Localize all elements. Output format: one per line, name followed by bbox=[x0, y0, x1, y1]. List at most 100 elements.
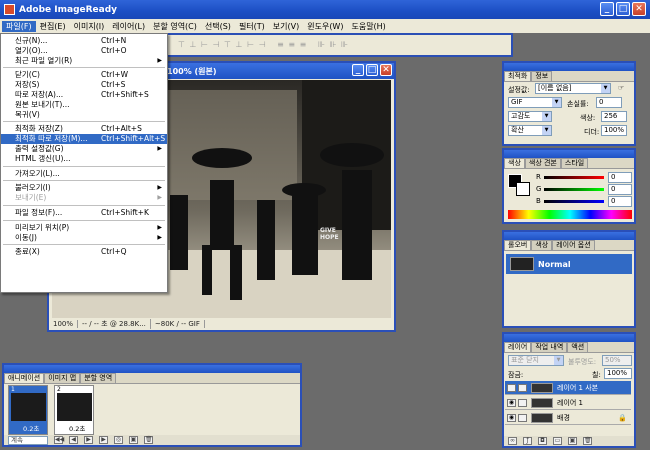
play-icon[interactable]: ▶ bbox=[84, 436, 93, 444]
file-menu-item[interactable]: 최적화 따로 저장(M)... Ctrl+Shift+Alt+S bbox=[1, 134, 167, 144]
animation-frame[interactable]: 1 0.2초 bbox=[8, 385, 48, 435]
dither-input[interactable]: 100% bbox=[601, 125, 627, 136]
frame-delay[interactable]: 0.2초 bbox=[69, 423, 85, 433]
file-menu-item[interactable]: 닫기(C) Ctrl+W bbox=[1, 70, 167, 80]
panel-tab[interactable]: 색상 bbox=[531, 240, 553, 250]
fill-input[interactable]: 100% bbox=[604, 368, 632, 379]
layer-row[interactable]: ◉ 배경 🔒 bbox=[505, 411, 631, 425]
layer-style-icon[interactable]: ƒ bbox=[523, 437, 532, 445]
maximize-icon[interactable]: □ bbox=[616, 2, 630, 16]
format-select[interactable]: GIF ▼ bbox=[508, 97, 562, 108]
new-set-icon[interactable]: ▭ bbox=[553, 437, 562, 445]
file-menu-item[interactable]: 미리보기 위치(P) ▶ bbox=[1, 223, 167, 233]
panel-tab[interactable]: 롤오버 bbox=[504, 240, 532, 250]
menu-8[interactable]: 윈도우(W) bbox=[303, 21, 347, 32]
mask-icon[interactable]: ◘ bbox=[538, 437, 547, 445]
file-menu-item[interactable]: HTML 갱신(U)... bbox=[1, 154, 167, 164]
colors-input[interactable]: 256 bbox=[601, 111, 627, 122]
minimize-icon[interactable]: _ bbox=[600, 2, 614, 16]
menu-1[interactable]: 편집(E) bbox=[36, 21, 70, 32]
layer-link-icon[interactable] bbox=[518, 413, 527, 422]
close-icon[interactable]: ✕ bbox=[632, 2, 646, 16]
download-time[interactable]: -- / -- 초 @ 28.8K... bbox=[78, 319, 151, 329]
panel-tab[interactable]: 정보 bbox=[531, 71, 553, 81]
layer-link-icon[interactable] bbox=[518, 398, 527, 407]
file-menu-item[interactable]: 파일 정보(F)... Ctrl+Shift+K bbox=[1, 208, 167, 218]
panel-tab[interactable]: 액션 bbox=[567, 342, 589, 352]
file-menu-item[interactable]: 보내기(E) ▶ bbox=[1, 193, 167, 203]
frame-delay[interactable]: 0.2초 bbox=[23, 423, 39, 433]
link-icon[interactable]: ∞ bbox=[508, 437, 517, 445]
panel-tab[interactable]: 스타일 bbox=[560, 158, 589, 168]
preset-select[interactable]: [이름 없음] ▼ bbox=[535, 83, 611, 94]
channel-slider[interactable] bbox=[544, 200, 604, 203]
previous-frame-icon[interactable]: ◀ bbox=[69, 436, 78, 444]
panel-tab[interactable]: 레이어 옵션 bbox=[552, 240, 595, 250]
droplet-icon[interactable]: ☞ bbox=[618, 84, 624, 92]
menu-0[interactable]: 파일(F) bbox=[2, 20, 36, 32]
file-menu-item[interactable]: 최적화 저장(Z) Ctrl+Alt+S bbox=[1, 124, 167, 134]
doc-close-icon[interactable]: ✕ bbox=[380, 64, 392, 76]
layer-link-icon[interactable] bbox=[518, 383, 527, 392]
menu-2[interactable]: 이미지(I) bbox=[70, 21, 109, 32]
file-menu-item[interactable]: 원본 보내기(T)... bbox=[1, 100, 167, 110]
file-menu-item[interactable]: 열기(O)... Ctrl+O bbox=[1, 46, 167, 56]
file-menu-item[interactable]: 불러오기(I) ▶ bbox=[1, 183, 167, 193]
menu-9[interactable]: 도움말(H) bbox=[347, 21, 389, 32]
rollover-state-row[interactable]: Normal bbox=[506, 254, 632, 274]
eye-icon[interactable]: ◉ bbox=[507, 398, 516, 407]
layer-row[interactable]: ◉ 레이어 1 bbox=[505, 396, 631, 410]
file-menu-item[interactable]: 이동(J) ▶ bbox=[1, 233, 167, 243]
panel-tab[interactable]: 색상 bbox=[504, 158, 525, 168]
tween-icon[interactable]: ◎ bbox=[114, 436, 123, 444]
channel-value-input[interactable]: 0 bbox=[608, 196, 632, 207]
panel-tab[interactable]: 이미지 맵 bbox=[44, 373, 81, 383]
new-layer-icon[interactable]: ▣ bbox=[568, 437, 577, 445]
menu-3[interactable]: 레이어(L) bbox=[108, 21, 149, 32]
file-menu-item[interactable]: 복귀(V) bbox=[1, 110, 167, 120]
animation-frame[interactable]: 2 0.2초 bbox=[54, 385, 94, 435]
file-size-info[interactable]: ~80K / -- GIF bbox=[151, 320, 205, 328]
reduction-select[interactable]: 고감도 ▼ bbox=[508, 111, 552, 122]
menu-4[interactable]: 분할 영역(C) bbox=[149, 21, 201, 32]
file-menu-item[interactable]: 신규(N)... Ctrl+N bbox=[1, 36, 167, 46]
dither-method-select[interactable]: 확산 ▼ bbox=[508, 125, 552, 136]
opacity-input[interactable]: 50% bbox=[602, 355, 632, 366]
panel-tab[interactable]: 작업 내역 bbox=[531, 342, 568, 352]
rewind-icon[interactable]: ◀◀ bbox=[54, 436, 64, 444]
menu-6[interactable]: 필터(T) bbox=[235, 21, 269, 32]
panel-tab[interactable]: 최적화 bbox=[504, 71, 532, 81]
zoom-level[interactable]: 100% bbox=[49, 320, 79, 328]
delete-frame-icon[interactable]: 🗑 bbox=[144, 436, 153, 444]
blend-mode-select[interactable]: 표준 닫지 ▼ bbox=[508, 355, 564, 366]
channel-slider[interactable] bbox=[544, 176, 604, 179]
eye-icon[interactable]: ◉ bbox=[507, 413, 516, 422]
channel-value-input[interactable]: 0 bbox=[608, 172, 632, 183]
channel-value-input[interactable]: 0 bbox=[608, 184, 632, 195]
menu-7[interactable]: 보기(V) bbox=[269, 21, 303, 32]
doc-minimize-icon[interactable]: _ bbox=[352, 64, 364, 76]
next-frame-icon[interactable]: ▶ bbox=[99, 436, 108, 444]
panel-tab[interactable]: 색상 견본 bbox=[524, 158, 561, 168]
panel-tab[interactable]: 애니메이션 bbox=[4, 373, 45, 383]
channel-slider[interactable] bbox=[544, 188, 604, 191]
menu-5[interactable]: 선택(S) bbox=[201, 21, 235, 32]
duplicate-frame-icon[interactable]: ▣ bbox=[129, 436, 138, 444]
lossy-input[interactable]: 0 bbox=[596, 97, 622, 108]
eye-icon[interactable] bbox=[507, 383, 516, 392]
file-menu-item[interactable]: 최근 파일 열기(R) ▶ bbox=[1, 56, 167, 66]
frame-thumbnail bbox=[57, 393, 92, 421]
file-menu-item[interactable]: 가져오기(L)... bbox=[1, 169, 167, 179]
file-menu-item[interactable]: 종료(X) Ctrl+Q bbox=[1, 247, 167, 257]
layer-row[interactable]: 레이어 1 사본 bbox=[505, 381, 631, 395]
panel-tab[interactable]: 분할 영역 bbox=[80, 373, 117, 383]
panel-tab[interactable]: 레이어 bbox=[504, 342, 532, 352]
loop-select[interactable]: 계속 bbox=[8, 435, 48, 445]
file-menu-item[interactable]: 저장(S) Ctrl+S bbox=[1, 80, 167, 90]
background-color-swatch[interactable] bbox=[516, 182, 530, 196]
file-menu-item[interactable]: 따로 저장(A)... Ctrl+Shift+S bbox=[1, 90, 167, 100]
doc-maximize-icon[interactable]: □ bbox=[366, 64, 378, 76]
color-spectrum-bar[interactable] bbox=[508, 210, 632, 219]
file-menu-item[interactable]: 출력 설정값(G) ▶ bbox=[1, 144, 167, 154]
trash-icon[interactable]: 🗑 bbox=[583, 437, 592, 445]
